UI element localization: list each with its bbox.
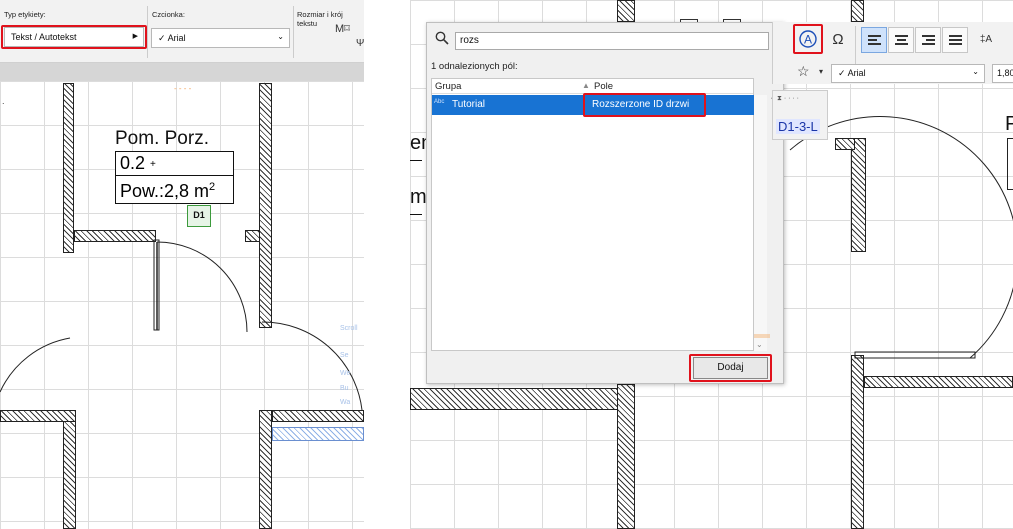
marker-preview: ⧗ · · · · D1-3-L: [772, 90, 828, 140]
result-count: 1 odnalezionych pól:: [431, 61, 518, 72]
room-name: Pom. Porz.: [115, 128, 209, 149]
font-select[interactable]: ✓ Arial ⌄: [831, 64, 985, 83]
check-icon: ✓: [838, 68, 846, 78]
faded-label: - - - -: [174, 84, 192, 93]
faded-label: Scroll: [340, 325, 358, 332]
room-number: 0.2: [120, 153, 146, 173]
field-highlight: [583, 93, 706, 117]
font-value: Arial: [847, 68, 866, 78]
fragment-text: P: [1005, 113, 1013, 135]
autotext-highlight: [793, 24, 823, 54]
results-scrollbar[interactable]: ⌄: [754, 95, 767, 351]
star-icon[interactable]: ☆: [797, 63, 810, 80]
text-format-toolbar: A Ω ‡A ☆ ▾ ✓ Arial ⌄ 1,80: [772, 22, 1013, 84]
column-group[interactable]: Grupa: [435, 81, 461, 92]
faded-label: Se: [340, 352, 349, 359]
plus-icon: +: [150, 158, 156, 170]
faded-label: Bu: [340, 385, 349, 392]
door-marker-label: D1: [193, 210, 205, 220]
sort-ascending-icon: ▲: [582, 81, 590, 90]
room-area: Pow.:2,8 m: [120, 181, 210, 201]
autotext-search-dialog: rozs 1 odnalezionych pól: Grupa ▲ Pole A…: [426, 22, 784, 384]
chevron-down-icon[interactable]: ▾: [819, 67, 823, 76]
list-header: Grupa ▲ Pole: [432, 79, 753, 94]
chevron-down-icon: ⌄: [756, 340, 763, 349]
font-size-field[interactable]: 1,80: [992, 64, 1013, 83]
align-center-button[interactable]: [888, 27, 914, 53]
column-field[interactable]: Pole: [594, 81, 613, 92]
align-right-button[interactable]: [915, 27, 941, 53]
line-spacing-icon[interactable]: ‡A: [973, 26, 999, 52]
special-char-icon[interactable]: Ω: [825, 26, 851, 52]
row-group: Tutorial: [452, 99, 485, 110]
left-screenshot: Typ etykiety: Tekst / Autotekst ▶ Czcion…: [0, 0, 364, 529]
fragment-text: m: [410, 186, 427, 208]
add-button-highlight: [689, 354, 772, 382]
results-list[interactable]: Grupa ▲ Pole Abc Tutorial Rozszerzone ID…: [431, 78, 755, 351]
chevron-down-icon: ⌄: [972, 67, 979, 76]
door-swings: [0, 239, 363, 411]
faded-label: We: [340, 370, 351, 377]
text-field-icon: Abc: [434, 99, 445, 105]
justify-button[interactable]: [942, 27, 968, 53]
room-area-box: Pow.:2,8 m2: [115, 175, 234, 204]
room-number-box: 0.2 +: [115, 151, 234, 177]
door-marker[interactable]: D1: [187, 205, 211, 227]
right-screenshot: en m P rozs 1 odnalezionych pól: Grupa ▲…: [410, 0, 1013, 529]
hint-glyph: .: [2, 96, 5, 106]
marker-text: D1-3-L: [776, 119, 820, 134]
search-input[interactable]: rozs: [455, 32, 769, 50]
align-left-button[interactable]: [861, 27, 887, 53]
search-icon: [435, 31, 455, 51]
area-unit-sup: 2: [209, 181, 216, 193]
faded-label: Wa: [340, 399, 351, 406]
